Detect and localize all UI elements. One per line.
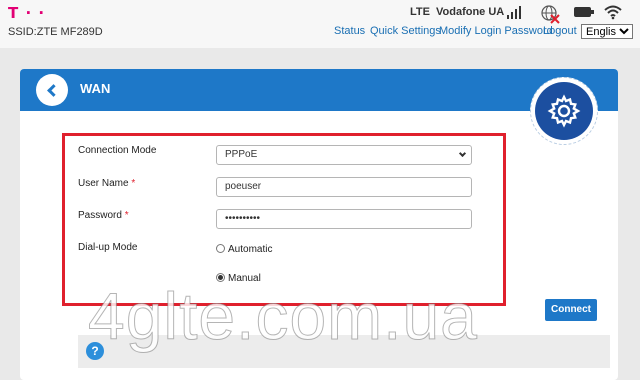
nav-modify-login-password[interactable]: Modify Login Password — [439, 25, 553, 37]
page-title: WAN — [80, 81, 111, 96]
chevron-down-icon — [458, 149, 467, 158]
top-header: T · · SSID:ZTE MF289D LTE Vodafone UA St… — [0, 0, 640, 48]
nav-quick-settings[interactable]: Quick Settings — [370, 25, 441, 37]
connection-mode-select[interactable]: PPPoE — [216, 145, 472, 165]
connect-button[interactable]: Connect — [545, 299, 597, 321]
wifi-icon — [604, 5, 622, 20]
dialup-mode-label: Dial-up Mode — [78, 242, 138, 253]
language-select[interactable]: English — [581, 24, 633, 39]
required-mark: * — [131, 178, 136, 189]
ssid-label: SSID:ZTE MF289D — [8, 26, 103, 38]
telekom-logo: T · · — [8, 4, 46, 22]
battery-icon — [574, 7, 594, 17]
operator-name: Vodafone UA — [436, 6, 505, 18]
password-input[interactable]: •••••••••• — [216, 209, 472, 229]
password-label-text: Password — [78, 210, 122, 221]
connection-mode-label: Connection Mode — [78, 145, 156, 156]
signal-bars-icon — [507, 6, 521, 19]
radio-automatic[interactable] — [216, 244, 225, 253]
connection-mode-label-text: Connection Mode — [78, 145, 157, 156]
network-type: LTE — [410, 6, 430, 18]
back-arrow-icon — [47, 84, 60, 97]
nav-status[interactable]: Status — [334, 25, 365, 37]
settings-badge — [535, 82, 593, 140]
user-name-label: User Name * — [78, 178, 135, 189]
password-label: Password * — [78, 210, 129, 221]
watermark: 4glte.com.ua — [88, 279, 478, 354]
required-mark: * — [124, 210, 129, 221]
back-button[interactable] — [36, 74, 68, 106]
panel-header: WAN — [20, 69, 618, 111]
nav-logout[interactable]: Logout — [543, 25, 577, 37]
gear-icon — [547, 94, 581, 128]
radio-automatic-label[interactable]: Automatic — [228, 244, 272, 255]
connection-mode-value: PPPoE — [225, 149, 258, 160]
internet-globe-icon — [541, 5, 560, 24]
user-name-input[interactable]: poeuser — [216, 177, 472, 197]
user-name-label-text: User Name — [78, 178, 129, 189]
